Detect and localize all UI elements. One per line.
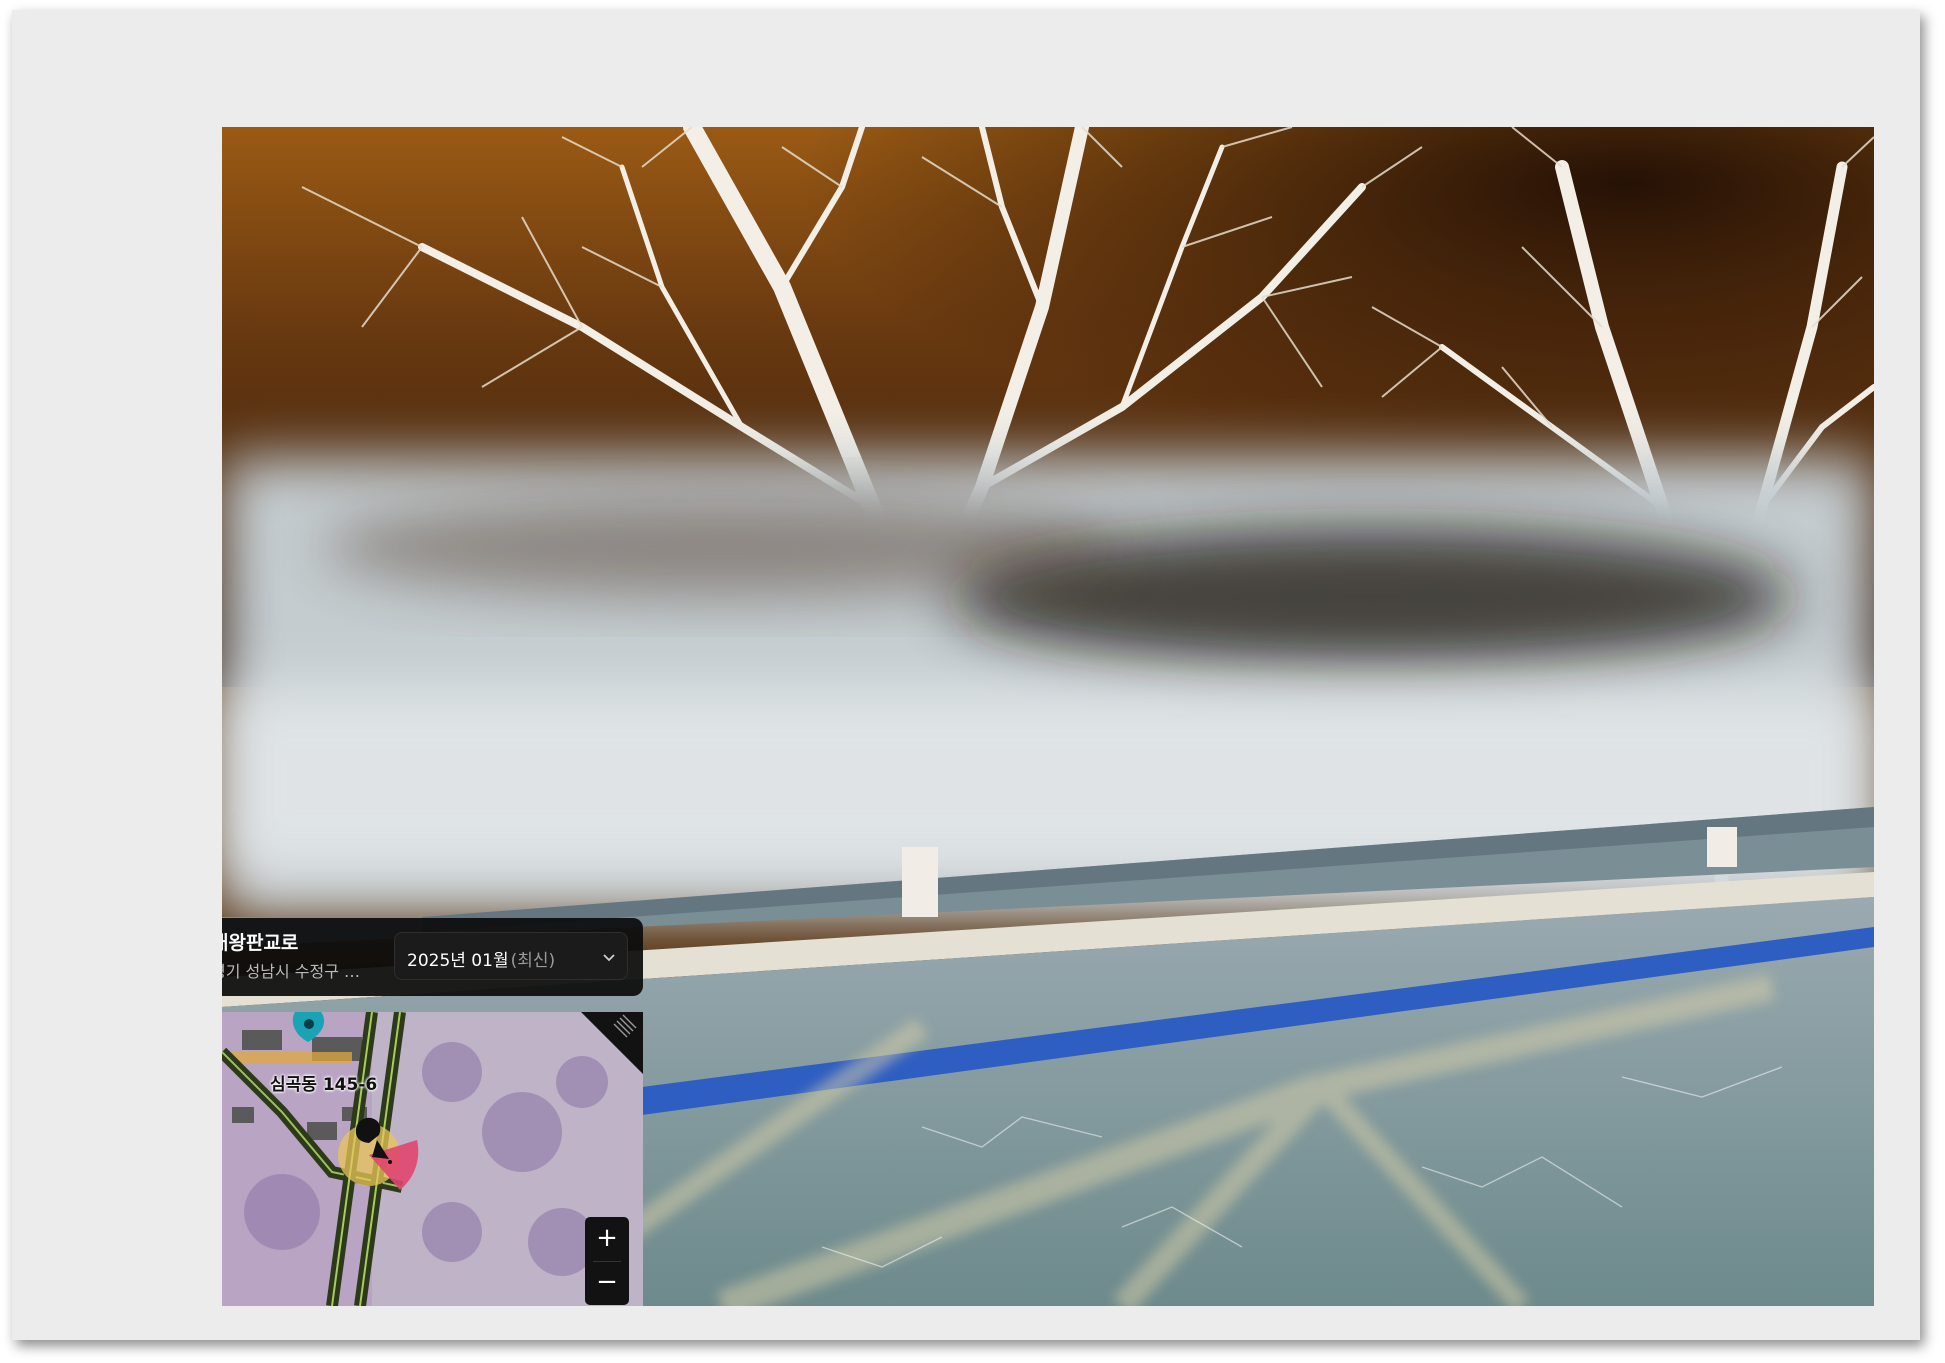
capture-date-label: 2025년 01월 (최신) (407, 946, 555, 971)
zoom-in-button[interactable]: + (585, 1217, 629, 1261)
capture-date-dropdown[interactable]: 2025년 01월 (최신) (394, 932, 628, 980)
zoom-controls: + − (585, 1217, 629, 1305)
street-view-panorama[interactable]: 대왕판교로 경기 성남시 수정구 … 2025년 01월(최신) (222, 127, 1874, 1306)
resize-handle-icon[interactable] (581, 1012, 643, 1074)
minimap[interactable]: 심곡동 145-6 + − (222, 1012, 643, 1306)
location-info-bar: 대왕판교로 경기 성남시 수정구 … 2025년 01월(최신) (222, 918, 643, 996)
map-location-label: 심곡동 145-6 (270, 1075, 378, 1095)
capture-date-value: 2025년 01월 (407, 951, 509, 971)
latest-tag: (최신) (510, 951, 556, 971)
place-name: 대왕판교로 (222, 932, 299, 954)
zoom-out-button[interactable]: − (585, 1261, 629, 1305)
place-address: 경기 성남시 수정구 … (222, 962, 361, 981)
chevron-down-icon (603, 954, 615, 962)
minimap-aerial[interactable] (222, 1012, 643, 1306)
page-frame: 대왕판교로 경기 성남시 수정구 … 2025년 01월(최신) (12, 10, 1920, 1340)
